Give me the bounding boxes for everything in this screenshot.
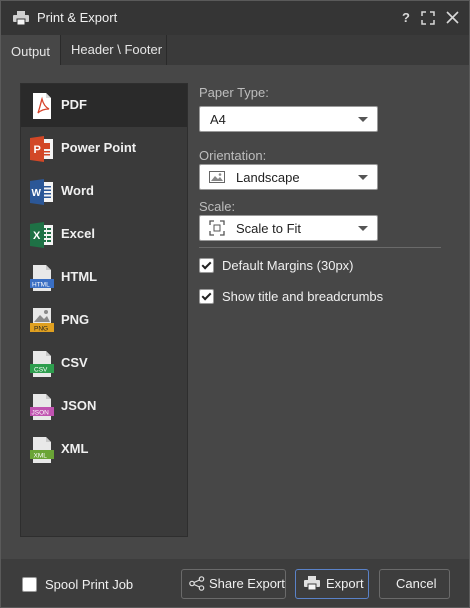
orientation-value: Landscape (236, 170, 300, 185)
share-export-label: Share Export (209, 576, 285, 591)
json-icon: JSON (30, 394, 54, 420)
format-item-word[interactable]: W Word (21, 170, 187, 213)
tab-bar: Output Header \ Footer (1, 35, 469, 65)
spool-print-job-label: Spool Print Job (45, 577, 134, 592)
spool-print-job-checkbox[interactable] (22, 577, 37, 592)
window-title: Print & Export (37, 10, 118, 25)
output-panel: PDF P Power Point W Word X Excel HTML HT… (1, 65, 469, 559)
tab-separator (166, 35, 167, 65)
tab-header-footer[interactable]: Header \ Footer (61, 35, 172, 65)
format-item-excel[interactable]: X Excel (21, 213, 187, 256)
chevron-down-icon (358, 117, 368, 122)
printer-icon (304, 576, 320, 591)
footer: Spool Print Job Share Export Export Canc… (1, 559, 469, 607)
scale-value: Scale to Fit (236, 221, 302, 236)
excel-icon: X (30, 222, 53, 248)
format-label: XML (61, 441, 89, 456)
default-margins-checkbox[interactable] (199, 258, 214, 273)
help-icon[interactable]: ? (398, 10, 414, 26)
fit-screen-icon (209, 220, 225, 236)
format-item-png[interactable]: PNG PNG (21, 299, 187, 342)
format-label: Word (61, 183, 94, 198)
share-icon (189, 576, 205, 591)
format-label: CSV (61, 355, 88, 370)
orientation-label: Orientation: (199, 148, 267, 163)
cancel-label: Cancel (396, 576, 437, 591)
paper-type-select[interactable]: A4 (199, 106, 378, 132)
image-icon (209, 171, 225, 183)
file-tag: HTML (32, 282, 50, 289)
format-item-pdf[interactable]: PDF (21, 84, 187, 127)
file-tag: CSV (34, 367, 48, 374)
word-icon: W (30, 179, 53, 205)
format-label: PDF (61, 97, 87, 112)
format-item-powerpoint[interactable]: P Power Point (21, 127, 187, 170)
format-label: PNG (61, 312, 90, 327)
default-margins-label: Default Margins (30px) (222, 258, 354, 273)
html-icon: HTML (30, 265, 54, 291)
paper-type-value: A4 (210, 112, 226, 127)
csv-icon: CSV (30, 351, 54, 377)
svg-text:W: W (32, 188, 42, 199)
title-bar: Print & Export ? (1, 1, 469, 35)
format-label: HTML (61, 269, 98, 284)
maximize-icon[interactable] (421, 11, 435, 25)
file-tag: JSON (32, 410, 50, 417)
format-label: Excel (61, 226, 95, 241)
divider (199, 247, 441, 248)
show-title-label: Show title and breadcrumbs (222, 289, 384, 304)
svg-text:P: P (34, 144, 41, 156)
export-label: Export (326, 576, 364, 591)
orientation-select[interactable]: Landscape (199, 164, 378, 190)
scale-select[interactable]: Scale to Fit (199, 215, 378, 241)
format-item-csv[interactable]: CSV CSV (21, 342, 187, 385)
chevron-down-icon (358, 226, 368, 231)
show-title-checkbox[interactable] (199, 289, 214, 304)
format-label: Power Point (61, 140, 137, 155)
file-tag: PNG (34, 326, 48, 333)
format-item-html[interactable]: HTML HTML (21, 256, 187, 299)
scale-label: Scale: (199, 199, 236, 214)
paper-type-label: Paper Type: (199, 85, 269, 100)
close-icon[interactable] (446, 11, 459, 24)
cancel-button[interactable]: Cancel (379, 569, 450, 599)
file-tag: XML (34, 453, 48, 460)
png-icon: PNG (30, 308, 54, 333)
xml-icon: XML (30, 437, 54, 463)
powerpoint-icon: P (30, 136, 53, 162)
format-item-json[interactable]: JSON JSON (21, 385, 187, 428)
export-button[interactable]: Export (295, 569, 369, 599)
share-export-button[interactable]: Share Export (181, 569, 286, 599)
pdf-icon (33, 93, 51, 119)
format-item-xml[interactable]: XML XML (21, 428, 187, 471)
printer-icon (13, 11, 29, 25)
tab-output[interactable]: Output (1, 35, 60, 65)
svg-text:X: X (33, 230, 41, 242)
chevron-down-icon (358, 175, 368, 180)
format-list: PDF P Power Point W Word X Excel HTML HT… (20, 83, 188, 537)
format-label: JSON (61, 398, 97, 413)
print-export-dialog: Print & Export ? Output Header \ Footer … (0, 0, 470, 608)
